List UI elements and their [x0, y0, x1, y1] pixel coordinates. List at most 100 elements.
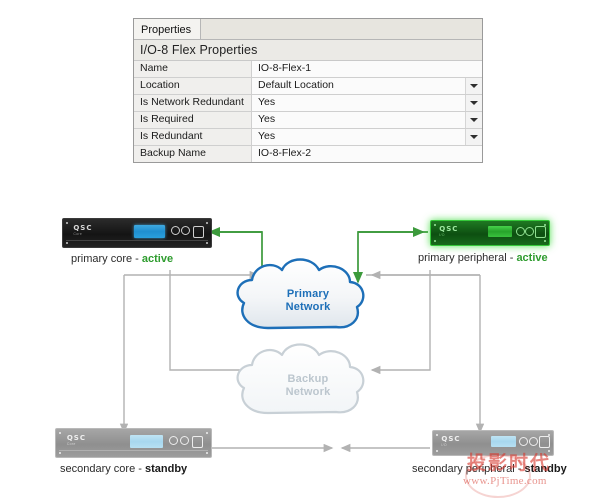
- backup-network-line2: Network: [285, 386, 331, 398]
- device-model-text: Core: [73, 232, 83, 237]
- primary-network-line2: Network: [285, 301, 331, 313]
- rack-screw: [206, 452, 208, 454]
- label-separator: -: [135, 463, 145, 475]
- property-row: Backup Name IO-8-Flex-2: [134, 146, 482, 162]
- primary-network-line1: Primary: [286, 288, 330, 300]
- device-display: [490, 436, 516, 448]
- label-state: active: [516, 252, 548, 264]
- caret-placeholder: [466, 61, 482, 77]
- property-label: Location: [134, 78, 252, 94]
- property-label: Is Required: [134, 112, 252, 128]
- label-separator: -: [514, 463, 525, 475]
- property-label: Backup Name: [134, 146, 252, 162]
- property-value[interactable]: IO-8-Flex-2: [252, 146, 466, 162]
- chevron-down-icon[interactable]: [465, 129, 482, 145]
- device-chassis: QSC Core: [55, 428, 212, 458]
- property-value[interactable]: Yes: [252, 129, 465, 145]
- device-primary-core[interactable]: QSC Core: [62, 218, 212, 248]
- device-button[interactable]: [192, 435, 204, 448]
- device-display: [134, 225, 166, 238]
- rack-screw: [548, 450, 550, 452]
- device-divider: [59, 449, 208, 451]
- tab-properties[interactable]: Properties: [134, 19, 202, 39]
- properties-tabstrip: Properties: [134, 19, 482, 40]
- device-knob-right[interactable]: [529, 436, 538, 446]
- rack-screw: [59, 432, 61, 434]
- properties-rows: Name IO-8-Flex-1 Location Default Location I…: [134, 61, 482, 162]
- rack-screw: [544, 240, 546, 242]
- device-model-text: Core: [66, 442, 76, 447]
- rack-screw: [548, 434, 550, 436]
- label-state: standby: [524, 463, 567, 475]
- chevron-down-icon[interactable]: [465, 78, 482, 94]
- rack-screw: [436, 434, 438, 436]
- property-value[interactable]: Default Location: [252, 78, 465, 94]
- label-role: primary core: [71, 253, 133, 265]
- label-separator: -: [506, 252, 517, 264]
- backup-network-label: Backup Network: [258, 373, 358, 407]
- device-knob-left[interactable]: [515, 226, 525, 236]
- device-chassis: QSC I/O: [432, 430, 554, 456]
- qsc-logo: QSC: [73, 223, 93, 232]
- property-label: Is Network Redundant: [134, 95, 252, 111]
- properties-panel: Properties I/O-8 Flex Properties Name IO-…: [133, 18, 483, 163]
- property-label: Name: [134, 61, 252, 77]
- chevron-down-icon[interactable]: [465, 95, 482, 111]
- caret-placeholder: [466, 146, 482, 162]
- tabstrip-filler: [201, 19, 482, 39]
- label-role: secondary core: [60, 463, 136, 475]
- label-role: primary peripheral: [418, 252, 507, 264]
- property-value[interactable]: IO-8-Flex-1: [252, 61, 466, 77]
- qsc-logo: QSC: [66, 433, 86, 442]
- property-row: Name IO-8-Flex-1: [134, 61, 482, 78]
- rack-screw: [66, 222, 68, 224]
- device-display: [487, 226, 513, 238]
- label-secondary-peripheral: secondary peripheral - standby: [412, 463, 567, 475]
- rack-screw: [59, 452, 61, 454]
- chevron-down-icon[interactable]: [465, 112, 482, 128]
- device-model-text: I/O: [441, 442, 447, 447]
- rack-screw: [434, 224, 436, 226]
- device-knob-left[interactable]: [519, 436, 529, 446]
- device-button[interactable]: [538, 436, 550, 449]
- device-chassis: QSC Core: [62, 218, 212, 248]
- device-primary-peripheral[interactable]: QSC I/O: [430, 220, 550, 246]
- properties-title: I/O-8 Flex Properties: [134, 40, 482, 61]
- device-knob-right[interactable]: [181, 226, 191, 236]
- property-value[interactable]: Yes: [252, 112, 465, 128]
- device-knob-left[interactable]: [169, 436, 179, 446]
- device-chassis: QSC I/O: [430, 220, 550, 246]
- label-primary-core: primary core - active: [71, 253, 173, 265]
- label-state: active: [141, 253, 174, 265]
- property-value[interactable]: Yes: [252, 95, 465, 111]
- redundancy-diagram: Primary Network Backup Network QSC Core …: [0, 170, 600, 500]
- label-role: secondary peripheral: [412, 463, 515, 475]
- rack-screw: [544, 224, 546, 226]
- label-secondary-core: secondary core - standby: [60, 463, 187, 475]
- label-primary-peripheral: primary peripheral - active: [418, 252, 548, 264]
- property-row: Is Network Redundant Yes: [134, 95, 482, 112]
- rack-screw: [206, 242, 208, 244]
- property-row: Location Default Location: [134, 78, 482, 95]
- rack-screw: [206, 432, 208, 434]
- device-divider: [65, 239, 209, 241]
- label-state: standby: [145, 463, 188, 475]
- device-knob-right[interactable]: [180, 436, 189, 446]
- backup-network-line1: Backup: [287, 373, 329, 385]
- device-secondary-peripheral[interactable]: QSC I/O: [432, 430, 554, 456]
- primary-network-label: Primary Network: [258, 288, 358, 322]
- device-model-text: I/O: [439, 232, 445, 237]
- rack-screw: [66, 242, 68, 244]
- label-separator: -: [132, 253, 142, 265]
- device-knob-left[interactable]: [171, 226, 181, 236]
- rack-screw: [436, 450, 438, 452]
- rack-screw: [206, 222, 208, 224]
- device-knob-right[interactable]: [525, 226, 535, 236]
- device-display: [130, 435, 163, 448]
- property-label: Is Redundant: [134, 129, 252, 145]
- device-secondary-core[interactable]: QSC Core: [55, 428, 212, 458]
- device-button[interactable]: [193, 225, 205, 238]
- property-row: Is Redundant Yes: [134, 129, 482, 146]
- device-button[interactable]: [534, 226, 546, 239]
- rack-screw: [434, 240, 436, 242]
